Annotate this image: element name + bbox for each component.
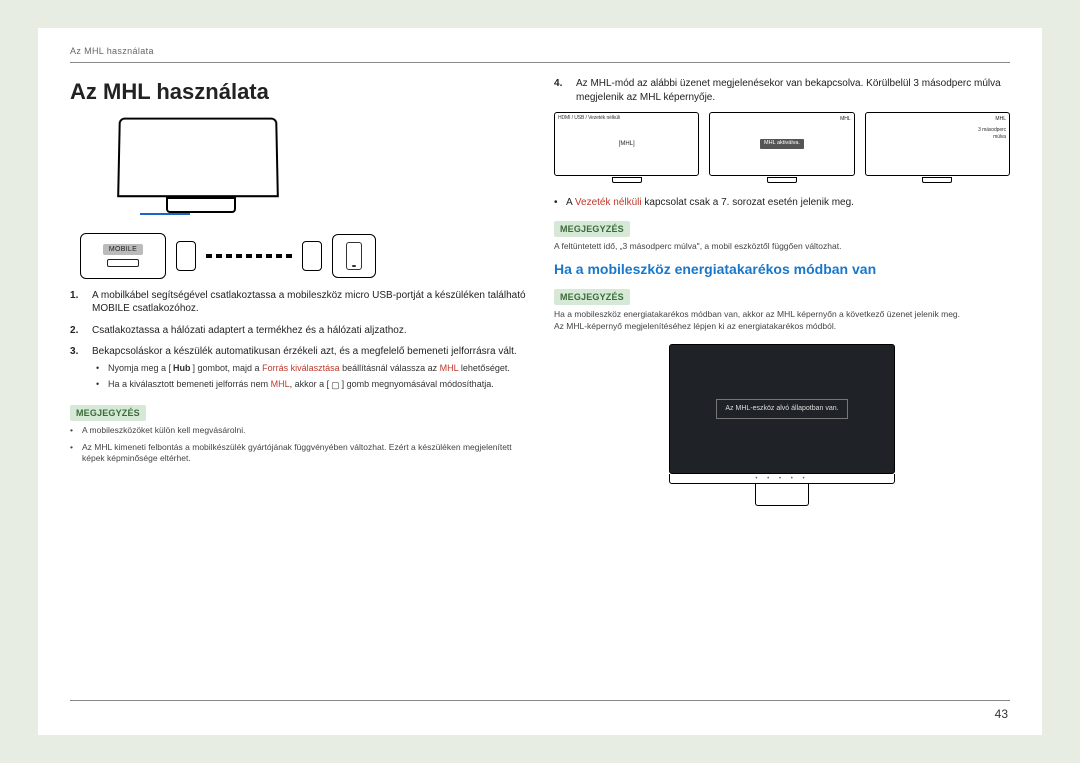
big-monitor: Az MHL-eszköz alvó állapotban van. • • •… [669, 344, 895, 506]
t: lehetőséget. [458, 363, 510, 373]
three-monitors: HDMI / USB / Vezeték nélküli [MHL] MHL M… [554, 112, 1010, 196]
step-3-sub: Nyomja meg a [Hub] gombot, majd a Forrás… [92, 362, 526, 391]
t: MHL [440, 363, 459, 373]
mini3-delay: 3 másodperc múlva [966, 127, 1006, 141]
two-column-layout: Az MHL használata MOBILE A mobil [70, 77, 1010, 506]
t: MHL [271, 379, 290, 389]
t: A [566, 197, 575, 208]
step-3-sub-2: Ha a kiválasztott bemeneti jelforrás nem… [96, 378, 526, 391]
section-heading-energy: Ha a mobileszköz energiatakarékos módban… [554, 260, 1010, 279]
mini-monitor-3: MHL 3 másodperc múlva [865, 112, 1010, 176]
mini2-label: MHL [840, 116, 851, 123]
step-2: Csatlakoztassa a hálózati adaptert a ter… [70, 324, 526, 338]
running-head: Az MHL használata [70, 46, 1010, 56]
phone-icon [346, 242, 362, 270]
cable-plug-left-icon [176, 241, 196, 271]
mini-monitor-1: HDMI / USB / Vezeték nélküli [MHL] [554, 112, 699, 176]
page-title: Az MHL használata [70, 77, 526, 107]
left-column: Az MHL használata MOBILE A mobil [70, 77, 526, 506]
right-note-2b: Az MHL-képernyő megjelenítéséhez lépjen … [554, 321, 1010, 332]
mini3-label: MHL [995, 116, 1006, 123]
note-left-2: Az MHL kimeneti felbontás a mobilkészülé… [70, 442, 526, 465]
t: beállításnál válassza az [340, 363, 440, 373]
note-badge-right-2: MEGJEGYZÉS [554, 289, 630, 305]
step-3: Bekapcsoláskor a készülék automatikusan … [70, 345, 526, 391]
source-icon: ▢ [329, 379, 342, 391]
t: ] gombot, majd a [193, 363, 263, 373]
right-note-1: A feltüntetett idő, „3 másodperc múlva",… [554, 241, 1010, 252]
mini-monitor-2: MHL MHL aktiválva. [709, 112, 854, 176]
footer-rule [70, 700, 1010, 701]
cable-line-icon [206, 247, 292, 265]
cable-plug-right-icon [302, 241, 322, 271]
mobile-port-card: MOBILE [80, 233, 166, 279]
monitor-illustration [80, 117, 350, 227]
step-list: A mobilkábel segítségével csatlakoztassa… [70, 289, 526, 391]
mini2-msg: MHL aktiválva. [760, 139, 804, 148]
t: Vezeték nélküli [575, 197, 642, 208]
note-badge-right-1: MEGJEGYZÉS [554, 221, 630, 237]
manual-page: Az MHL használata Az MHL használata MOBI… [38, 28, 1042, 735]
t: kapcsolat csak a 7. sorozat esetén jelen… [642, 197, 854, 208]
right-column: Az MHL-mód az alábbi üzenet megjelenések… [554, 77, 1010, 506]
right-note-2a: Ha a mobileszköz energiatakarékos módban… [554, 309, 1010, 320]
big-monitor-chin: • • • • • [669, 474, 895, 484]
t: ] gomb megnyomásával módosíthatja. [342, 379, 494, 389]
mini1-center: [MHL] [619, 140, 635, 148]
page-number: 43 [995, 707, 1008, 721]
mobile-port-label: MOBILE [103, 244, 143, 255]
step-4: Az MHL-mód az alábbi üzenet megjelenések… [554, 77, 1010, 104]
t: Ha a kiválasztott bemeneti jelforrás nem [108, 379, 271, 389]
t: Forrás kiválasztása [262, 363, 340, 373]
hub-icon: Hub [171, 362, 193, 374]
step-list-right: Az MHL-mód az alábbi üzenet megjelenések… [554, 77, 1010, 104]
note-badge-left: MEGJEGYZÉS [70, 405, 146, 421]
mini1-topbar: HDMI / USB / Vezeték nélküli [558, 115, 620, 122]
step-3-text: Bekapcsoláskor a készülék automatikusan … [92, 346, 517, 357]
hub-label: Hub [173, 363, 191, 373]
step-3-sub-1: Nyomja meg a [Hub] gombot, majd a Forrás… [96, 362, 526, 375]
right-bullet-1: A Vezeték nélküli kapcsolat csak a 7. so… [554, 196, 1010, 210]
top-rule [70, 62, 1010, 63]
port-slot-icon [107, 259, 139, 267]
note-left-list: A mobileszközöket külön kell megvásároln… [70, 425, 526, 464]
big-monitor-screen: Az MHL-eszköz alvó állapotban van. [669, 344, 895, 474]
note-left-1: A mobileszközöket külön kell megvásároln… [70, 425, 526, 436]
big-monitor-stand [755, 484, 809, 506]
t: Nyomja meg a [ [108, 363, 171, 373]
step-1: A mobilkábel segítségével csatlakoztassa… [70, 289, 526, 316]
big-monitor-message: Az MHL-eszköz alvó állapotban van. [716, 399, 847, 418]
phone-card [332, 234, 376, 278]
t: , akkor a [ [290, 379, 330, 389]
right-bullets: A Vezeték nélküli kapcsolat csak a 7. so… [554, 196, 1010, 210]
big-monitor-wrap: Az MHL-eszköz alvó állapotban van. • • •… [554, 344, 1010, 506]
connector-row: MOBILE [80, 233, 526, 279]
